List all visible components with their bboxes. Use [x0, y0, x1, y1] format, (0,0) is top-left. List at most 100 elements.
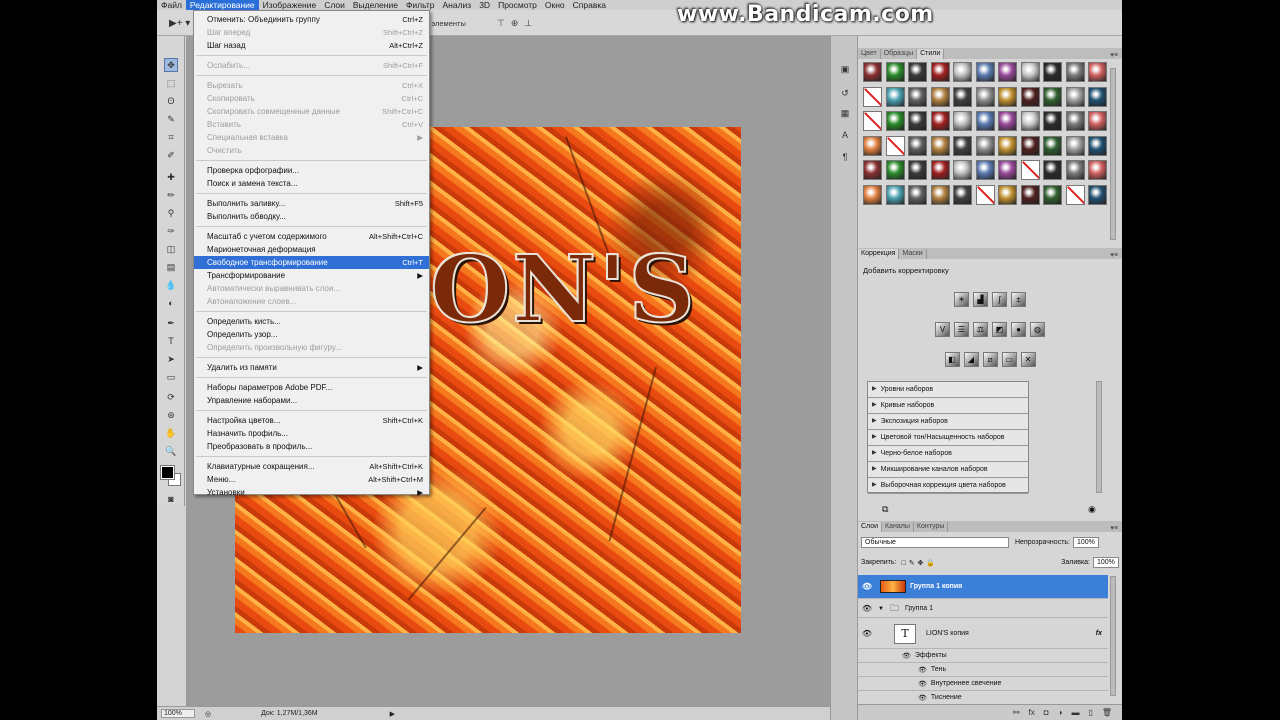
- style-swatch[interactable]: [975, 86, 995, 107]
- expand-triangle-icon[interactable]: ▶: [872, 462, 877, 477]
- status-arrow-icon[interactable]: ▶: [390, 710, 395, 718]
- edit-menu-item[interactable]: Шаг назад Alt+Ctrl+Z: [194, 39, 429, 52]
- hand-tool-icon[interactable]: ✋: [164, 426, 178, 440]
- edit-menu-item[interactable]: Управление наборами...: [194, 394, 429, 407]
- menu-10[interactable]: Справка: [569, 0, 610, 10]
- eraser-tool-icon[interactable]: ◫: [164, 242, 178, 256]
- expand-triangle-icon[interactable]: ▶: [872, 414, 877, 429]
- menu-9[interactable]: Окно: [541, 0, 569, 10]
- adjustment-preset-item[interactable]: ▶ Уровни наборов: [868, 382, 1028, 398]
- style-swatch[interactable]: [885, 111, 905, 131]
- adjustment-preset-item[interactable]: ▶ Цветовой тон/Насыщенность наборов: [868, 430, 1028, 446]
- panel-tab[interactable]: Каналы: [882, 522, 914, 532]
- style-swatch[interactable]: [863, 62, 882, 82]
- style-swatch[interactable]: [1043, 160, 1062, 180]
- no-style-swatch[interactable]: [1065, 184, 1085, 205]
- edit-menu-item[interactable]: Определить узор...: [194, 328, 429, 341]
- style-swatch[interactable]: [930, 62, 950, 82]
- style-swatch[interactable]: [1088, 135, 1107, 156]
- lock-icons[interactable]: □✎✥🔒: [901, 559, 938, 567]
- style-swatch[interactable]: [975, 111, 995, 131]
- no-style-swatch[interactable]: [863, 86, 882, 107]
- 3d-orbit-tool-icon[interactable]: ⊛: [164, 408, 178, 422]
- color-balance-icon[interactable]: ⚖: [973, 322, 988, 337]
- styles-scrollbar[interactable]: [1110, 68, 1116, 240]
- style-swatch[interactable]: [953, 111, 972, 131]
- panel-menu-icon[interactable]: ▾≡: [1110, 51, 1122, 59]
- mini-bridge-icon[interactable]: ▣: [838, 62, 852, 76]
- zoom-level-field[interactable]: 100%: [161, 709, 195, 718]
- style-swatch[interactable]: [908, 62, 927, 82]
- edit-menu-item[interactable]: Проверка орфографии...: [194, 164, 429, 177]
- zoom-tool-icon[interactable]: 🔍: [164, 444, 178, 458]
- edit-menu-item[interactable]: Установки ▶: [194, 486, 429, 499]
- threshold-icon[interactable]: ⧄: [982, 352, 998, 367]
- style-swatch[interactable]: [1065, 62, 1085, 82]
- style-swatch[interactable]: [998, 86, 1017, 107]
- style-swatch[interactable]: [908, 111, 927, 131]
- panel-tab[interactable]: Контуры: [914, 522, 949, 532]
- history-panel-icon[interactable]: ↺: [838, 86, 852, 100]
- panel-tab[interactable]: Образцы: [881, 49, 918, 59]
- style-swatch[interactable]: [1088, 111, 1107, 131]
- menu-3[interactable]: Слои: [320, 0, 349, 10]
- panel-tab[interactable]: Слои: [858, 522, 883, 532]
- style-swatch[interactable]: [1043, 62, 1062, 82]
- style-swatch[interactable]: [930, 111, 950, 131]
- menu-7[interactable]: 3D: [475, 0, 494, 10]
- visibility-eye-icon[interactable]: 👁: [858, 582, 876, 591]
- pen-tool-icon[interactable]: ✒: [164, 316, 178, 330]
- layer-effect-item[interactable]: 👁 Внутреннее свечение: [858, 677, 1108, 691]
- no-style-swatch[interactable]: [863, 111, 882, 131]
- effects-eye-icon[interactable]: 👁: [902, 652, 911, 660]
- lasso-tool-icon[interactable]: ʘ: [164, 94, 178, 108]
- adjustment-preset-item[interactable]: ▶ Микширование каналов наборов: [868, 462, 1028, 478]
- selective-color-icon[interactable]: ✕: [1020, 352, 1036, 367]
- new-adjustment-icon[interactable]: ◑: [1058, 708, 1063, 717]
- edit-menu-item[interactable]: Отменить: Объединить группу Ctrl+Z: [194, 13, 429, 26]
- style-swatch[interactable]: [1020, 62, 1040, 82]
- style-swatch[interactable]: [1043, 135, 1062, 156]
- no-style-swatch[interactable]: [975, 184, 995, 205]
- style-swatch[interactable]: [953, 160, 972, 180]
- adjustment-preset-item[interactable]: ▶ Экспозиция наборов: [868, 414, 1028, 430]
- style-swatch[interactable]: [953, 184, 972, 205]
- style-swatch[interactable]: [930, 160, 950, 180]
- character-panel-icon[interactable]: A: [838, 128, 852, 142]
- style-swatch[interactable]: [1065, 86, 1085, 107]
- blend-mode-select[interactable]: Обычные: [861, 537, 1009, 548]
- eyedropper-tool-icon[interactable]: ✐: [164, 148, 178, 162]
- style-swatch[interactable]: [1043, 86, 1062, 107]
- edit-menu-item[interactable]: Клавиатурные сокращения... Alt+Shift+Ctrl…: [194, 460, 429, 473]
- edit-menu-item[interactable]: Назначить профиль...: [194, 427, 429, 440]
- style-swatch[interactable]: [1020, 184, 1040, 205]
- style-swatch[interactable]: [885, 184, 905, 205]
- style-swatch[interactable]: [1020, 111, 1040, 131]
- marquee-tool-icon[interactable]: ⬚: [164, 76, 178, 90]
- layer-row-group-copy[interactable]: 👁 Группа 1 копия: [858, 575, 1108, 599]
- style-swatch[interactable]: [930, 86, 950, 107]
- align-top-icon[interactable]: ⊤: [497, 18, 505, 29]
- effect-eye-icon[interactable]: 👁: [918, 694, 927, 702]
- edit-menu-item[interactable]: Настройка цветов... Shift+Ctrl+K: [194, 414, 429, 427]
- style-swatch[interactable]: [975, 62, 995, 82]
- edit-menu-item[interactable]: Меню... Alt+Shift+Ctrl+M: [194, 473, 429, 486]
- style-swatch[interactable]: [908, 160, 927, 180]
- style-swatch[interactable]: [998, 135, 1017, 156]
- panel-tab[interactable]: Стили: [917, 49, 945, 59]
- brightness-contrast-icon[interactable]: ☀: [954, 292, 969, 307]
- visibility-eye-icon[interactable]: 👁: [858, 629, 876, 638]
- edit-menu-item[interactable]: Марионеточная деформация: [194, 243, 429, 256]
- style-swatch[interactable]: [930, 184, 950, 205]
- style-swatch[interactable]: [885, 62, 905, 82]
- panel-tab[interactable]: Цвет: [858, 49, 881, 59]
- style-swatch[interactable]: [863, 135, 882, 156]
- style-swatch[interactable]: [1065, 111, 1085, 131]
- path-select-tool-icon[interactable]: ➤: [164, 352, 178, 366]
- edit-menu-item[interactable]: Выполнить заливку... Shift+F5: [194, 197, 429, 210]
- crop-tool-icon[interactable]: ⌗: [164, 130, 178, 144]
- layer-style-icon[interactable]: fx: [1029, 708, 1035, 717]
- paragraph-panel-icon[interactable]: ¶: [838, 150, 852, 164]
- healing-brush-tool-icon[interactable]: ✚: [164, 170, 178, 184]
- layer-effects-fx-icon[interactable]: fx: [1096, 630, 1102, 637]
